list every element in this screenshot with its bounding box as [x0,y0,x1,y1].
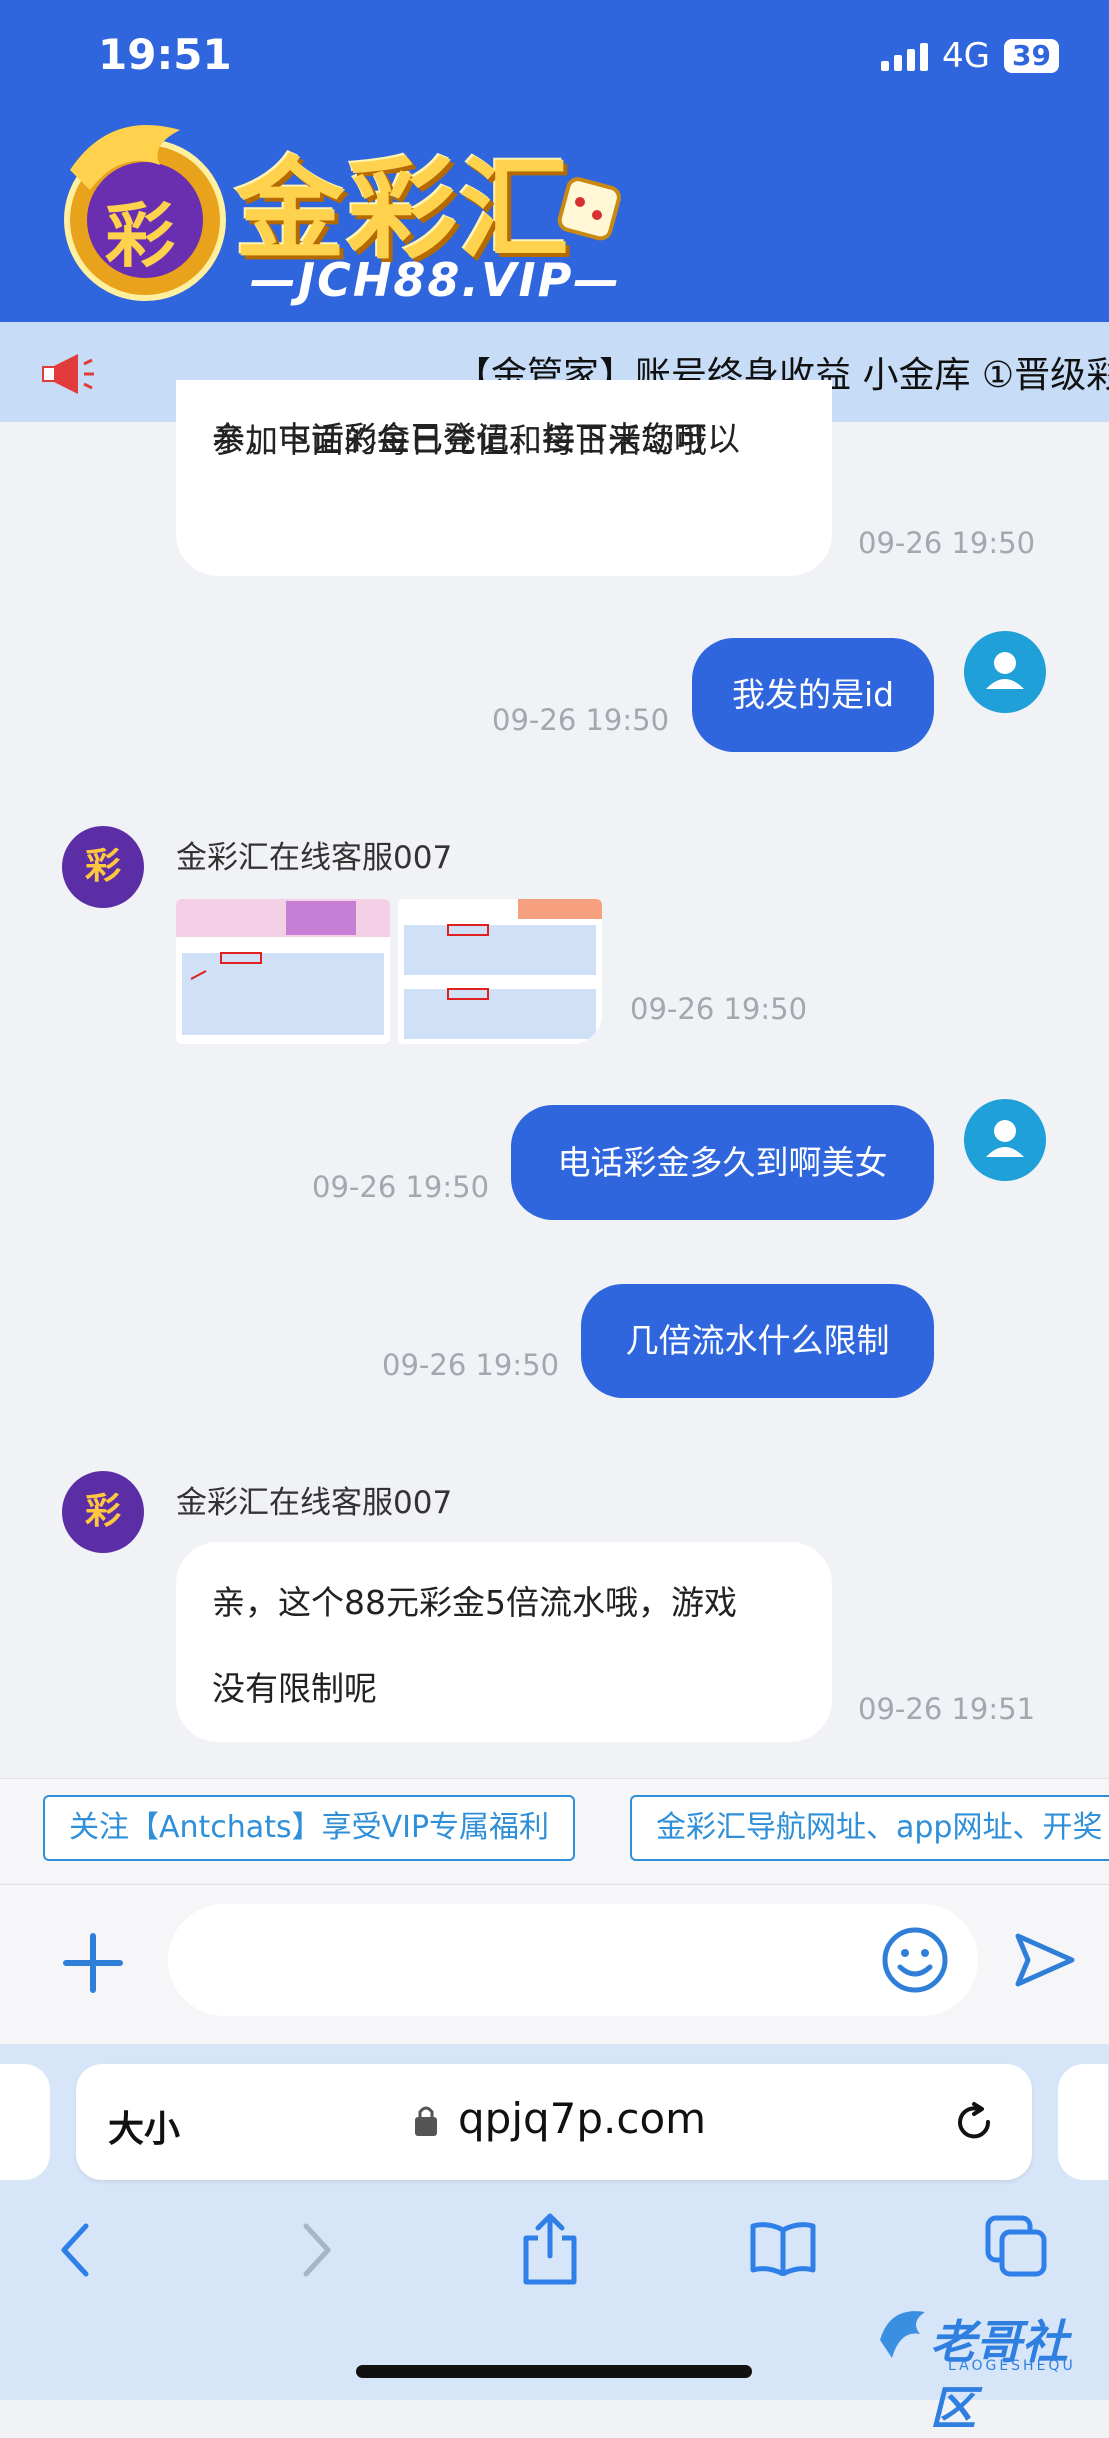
message-line-clipped: 亲，电话彩金已登记，接下来您可以 [176,420,832,462]
status-time: 19:51 [98,30,232,79]
user-avatar-icon [986,652,1024,689]
image-attachment[interactable] [176,899,390,1044]
message-line: 亲，电话彩金已登记，接下来您可以 [212,420,740,458]
quick-reply-chip[interactable]: 金彩汇导航网址、app网址、开奖 [630,1795,1109,1861]
megaphone-icon [42,354,94,394]
prev-tab-preview[interactable] [0,2064,50,2180]
agent-avatar: 彩 [62,1471,144,1553]
address-bar[interactable]: 大小 qpjq7p.com [76,2064,1032,2180]
user-avatar-icon [986,1120,1024,1157]
bookmarks-icon[interactable] [748,2220,818,2276]
outgoing-message-bubble: 电话彩金多久到啊美女 [511,1105,934,1220]
message-time: 09-26 19:50 [630,992,808,1026]
message-time: 09-26 19:51 [858,1692,1036,1726]
promo-image-thumbnail [176,899,390,1044]
sender-name: 金彩汇在线客服007 [176,1485,453,1521]
incoming-message-bubble: 亲，这个88元彩金5倍流水哦，游戏 没有限制呢 [176,1542,832,1742]
message-line: 亲，这个88元彩金5倍流水哦，游戏 [212,1583,737,1622]
next-tab-preview[interactable] [1058,2064,1108,2180]
reload-icon[interactable] [952,2100,996,2144]
back-icon[interactable] [56,2220,96,2280]
agent-avatar: 彩 [62,826,144,908]
message-time: 09-26 19:50 [492,703,670,737]
status-indicators: 4G 39 [881,36,1059,76]
sender-name: 金彩汇在线客服007 [176,840,453,876]
message-line: 没有限制呢 [212,1669,377,1708]
share-icon[interactable] [520,2210,580,2286]
watermark-subtext: LAOGESHEQU [948,2358,1076,2374]
message-time: 09-26 19:50 [858,526,1036,560]
watermark-logo: 老哥社区 LAOGESHEQU [870,2300,1100,2435]
lock-icon [415,2106,437,2136]
message-time: 09-26 19:50 [382,1348,560,1382]
text-size-button[interactable]: 大小 [108,2100,180,2152]
dice-icon [557,177,621,241]
promo-image-thumbnail [398,899,602,1044]
emoji-icon[interactable] [880,1925,950,1995]
user-avatar [964,1099,1046,1181]
agent-logo: 彩 [84,846,121,887]
network-label: 4G [942,36,991,76]
brand-domain: —JCH88.VIP— [250,253,622,307]
outgoing-message-bubble: 几倍流水什么限制 [581,1284,934,1398]
message-input[interactable] [168,1904,978,2016]
url-text[interactable]: qpjq7p.com [458,2094,706,2143]
battery-icon: 39 [1004,39,1059,73]
logo-badge: 彩 [105,195,175,277]
message-time: 09-26 19:50 [312,1170,490,1204]
brand-logo: 彩 金彩汇 —JCH88.VIP— [50,110,630,320]
send-icon[interactable] [1012,1930,1078,1990]
tabs-icon[interactable] [984,2214,1048,2278]
image-attachment[interactable] [398,899,602,1044]
plus-icon[interactable] [60,1930,126,1996]
incoming-message-bubble: 参加下面的每日充值和每日活动哦 [176,380,832,576]
signal-icon [881,41,929,71]
agent-logo: 彩 [84,1491,121,1532]
user-avatar [964,631,1046,713]
quick-reply-chip[interactable]: 关注【Antchats】享受VIP专属福利 [43,1795,576,1861]
forward-icon[interactable] [296,2220,336,2280]
outgoing-message-bubble: 我发的是id [692,638,934,752]
home-indicator [356,2365,752,2378]
